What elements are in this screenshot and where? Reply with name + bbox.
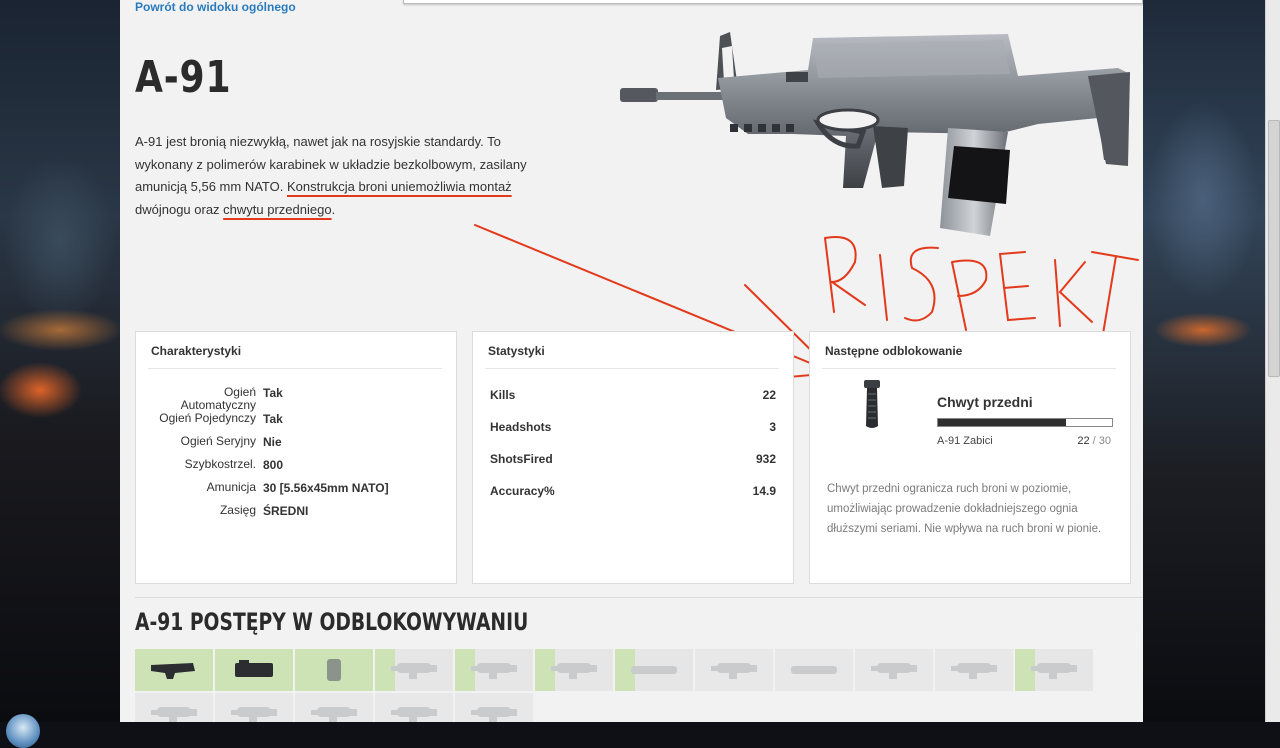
char-label: Ogień Pojedynczy <box>159 411 256 425</box>
stat-label: ShotsFired <box>490 452 553 466</box>
unlock-progress-title: A-91 POSTĘPY W ODBLOKOWYWANIU <box>135 608 529 636</box>
description-text-2: dwójnogu oraz <box>135 201 224 217</box>
char-value: Nie <box>263 435 282 449</box>
unlock-tile[interactable] <box>375 693 453 722</box>
stat-label: Accuracy% <box>490 484 555 498</box>
unlock-progress-count: 22 / 30 <box>1077 435 1111 447</box>
foregrip-icon <box>864 380 880 428</box>
stat-value: 932 <box>755 452 776 466</box>
sight-icon <box>235 660 273 677</box>
unlock-tile[interactable] <box>775 649 853 691</box>
unlock-tile[interactable] <box>1015 649 1093 691</box>
panel-divider <box>148 368 442 369</box>
barrel-icon <box>791 666 837 674</box>
scrollbar-thumb[interactable] <box>1268 120 1280 377</box>
panel-divider <box>822 368 1116 369</box>
weapon-title: A-91 <box>135 52 232 103</box>
unlock-tile[interactable] <box>375 649 453 691</box>
statistics-panel: Statystyki Kills 22 Headshots 3 ShotsFir… <box>472 331 794 584</box>
scope-icon <box>871 663 917 679</box>
next-unlock-panel: Następne odblokowanie Chwyt przedni A-91… <box>809 331 1131 584</box>
unlock-tile[interactable] <box>855 649 933 691</box>
char-label: Amunicja <box>206 480 256 494</box>
section-divider <box>135 597 1143 598</box>
unlock-progress-bar <box>937 418 1113 427</box>
scope-icon <box>1031 663 1077 679</box>
scope-icon <box>951 663 997 679</box>
weapon-rifle-image <box>620 32 1130 236</box>
char-label: Zasięg <box>219 503 256 517</box>
unlock-tile[interactable] <box>135 693 213 722</box>
scope-icon <box>151 707 197 722</box>
unlock-progress-label: A-91 Zabici <box>937 435 993 447</box>
characteristics-panel: Charakterystyki Ogień Automatyczny Tak O… <box>135 331 457 584</box>
stat-label: Headshots <box>490 420 552 434</box>
char-value: Tak <box>263 412 283 426</box>
scope-icon <box>471 707 517 722</box>
unlock-tile[interactable] <box>455 693 533 722</box>
unlock-description: Chwyt przedni ogranicza ruch broni w poz… <box>827 483 1102 535</box>
char-label: Ogień Seryjny <box>180 434 256 448</box>
page-scrollbar[interactable] <box>1265 0 1280 722</box>
weapon-detail-page: Powrót do widoku ogólnego A-91 A-91 jest… <box>120 0 1143 722</box>
next-unlock-title: Następne odblokowanie <box>825 344 963 358</box>
stat-value: 3 <box>769 420 776 434</box>
unlock-tile[interactable] <box>295 649 373 691</box>
header-dropdown-edge <box>403 0 1143 4</box>
scope-icon <box>311 707 357 722</box>
unlock-current: 22 <box>1077 435 1090 447</box>
unlock-tile[interactable] <box>535 649 613 691</box>
scope-icon <box>471 663 517 679</box>
unlock-tile[interactable] <box>615 649 693 691</box>
unlock-separator: / <box>1089 435 1099 447</box>
char-value: 800 <box>263 458 284 472</box>
background-art-right <box>1143 0 1265 722</box>
weapon-description: A-91 jest bronią niezwykłą, nawet jak na… <box>135 131 555 221</box>
panel-divider <box>485 368 779 369</box>
background-art-left <box>0 0 120 722</box>
char-value: Tak <box>263 386 283 400</box>
unlock-tile[interactable] <box>215 649 293 691</box>
unlock-tile[interactable] <box>215 693 293 722</box>
suppressor-icon <box>631 666 677 674</box>
unlock-tile[interactable] <box>935 649 1013 691</box>
char-label: Szybkostrzel. <box>184 457 256 471</box>
scope-icon <box>551 663 597 679</box>
unlock-tile[interactable] <box>295 693 373 722</box>
unlock-progress-fill <box>938 419 1066 426</box>
scope-icon <box>391 707 437 722</box>
unlock-tile[interactable] <box>455 649 533 691</box>
description-underlined-2: chwytu przedniego <box>223 201 332 217</box>
characteristics-title: Charakterystyki <box>151 344 242 358</box>
foregrip-rail-icon <box>151 663 195 679</box>
scope-icon <box>231 707 277 722</box>
back-to-overview-link[interactable]: Powrót do widoku ogólnego <box>135 0 296 14</box>
stat-label: Kills <box>490 388 516 402</box>
scope-icon <box>711 663 757 679</box>
description-text-3: . <box>331 201 336 217</box>
unlock-tile[interactable] <box>135 649 213 691</box>
description-underlined-1: Konstrukcja broni uniemożliwia montaż <box>286 179 512 194</box>
char-value: ŚREDNI <box>263 504 309 518</box>
statistics-title: Statystyki <box>488 344 545 358</box>
unlock-total: 30 <box>1098 435 1111 447</box>
scope-icon <box>391 663 437 679</box>
start-button[interactable] <box>6 714 40 748</box>
grip-icon <box>327 659 341 681</box>
unlock-tile[interactable] <box>695 649 773 691</box>
unlock-item-name: Chwyt przedni <box>937 394 1033 410</box>
char-label: Ogień Automatyczny <box>180 385 256 412</box>
char-value: 30 [5.56x45mm NATO] <box>263 481 389 495</box>
stat-value: 22 <box>762 388 776 402</box>
stat-value: 14.9 <box>752 484 776 498</box>
